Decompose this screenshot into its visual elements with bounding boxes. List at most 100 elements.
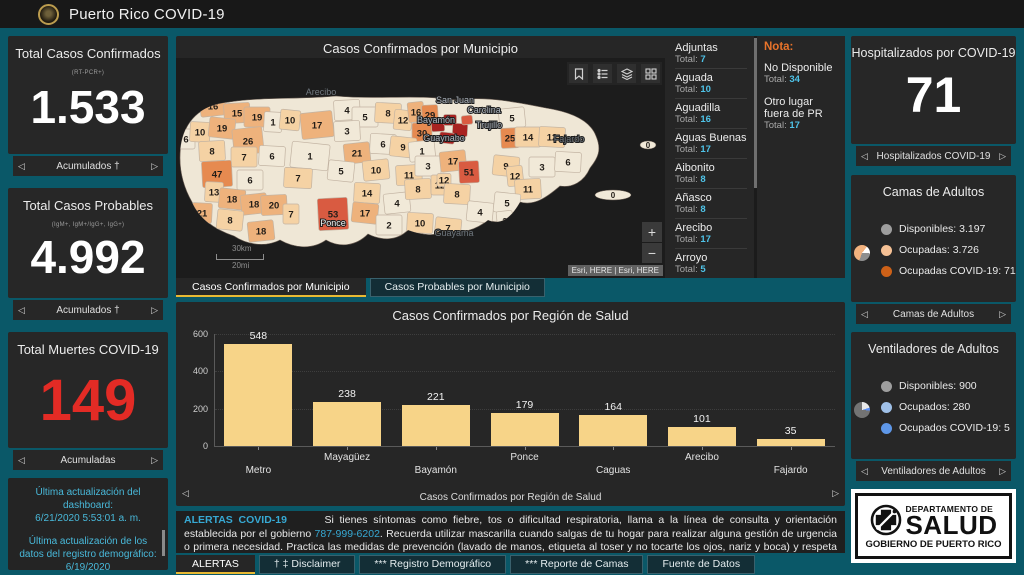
bottom-tab[interactable]: *** Reporte de Camas — [510, 555, 644, 574]
municipality-count: 10 — [415, 219, 426, 230]
next-arrow-icon[interactable]: ▷ — [999, 146, 1006, 166]
alert-phone-link[interactable]: 787-999-6202 — [315, 528, 380, 540]
municipality-count: 51 — [464, 168, 475, 179]
map-place-label: San Juan — [436, 95, 474, 105]
next-arrow-icon[interactable]: ▷ — [151, 300, 158, 320]
footer-label: Acumulados † — [56, 304, 120, 316]
zoom-in-button[interactable]: + — [642, 222, 662, 242]
bottom-tab-active[interactable]: ALERTAS — [176, 555, 255, 574]
municipality-list-item[interactable]: Arroyo Total: 5 — [675, 249, 747, 278]
bottom-tab[interactable]: † ‡ Disclaimer — [258, 555, 356, 574]
bar-chart[interactable]: 0 200 400 600 548 Metro 238 Mayagüez 221 Bayamón 1… — [184, 326, 837, 482]
bar-fajardo[interactable] — [756, 439, 825, 446]
municipality-list-item[interactable]: Aguadilla Total: 16 — [675, 99, 747, 129]
municipality-total: Total: 7 — [675, 54, 706, 65]
municipality-count: 19 — [217, 124, 228, 135]
card-footer: ◁ Acumulados † ▷ — [13, 300, 163, 320]
card-footer: ◁ Hospitalizados COVID-19 ▷ — [856, 146, 1011, 166]
bottom-tab[interactable]: *** Registro Demográfico — [359, 555, 507, 574]
ventilators-pie-chart[interactable] — [854, 402, 870, 418]
next-arrow-icon[interactable]: ▷ — [151, 156, 158, 176]
bar-ponce[interactable] — [490, 412, 559, 446]
municipality-list-item[interactable]: Arecibo Total: 17 — [675, 219, 747, 249]
bar-mayagüez[interactable] — [313, 401, 382, 446]
municipality-list-item[interactable]: Adjuntas Total: 7 — [675, 39, 747, 69]
municipality-name: Aguada — [675, 72, 713, 84]
municipality-name: Añasco — [675, 192, 712, 204]
municipality-list-item[interactable]: No Disponible Total: 34 — [764, 59, 833, 85]
bar-arecibo[interactable] — [667, 427, 736, 446]
prev-arrow-icon[interactable]: ◁ — [18, 156, 25, 176]
list-scrollbar[interactable] — [754, 36, 757, 278]
map-place-label: Carolina — [467, 105, 501, 115]
legend-item[interactable]: Ocupadas: 3.726 — [881, 244, 1016, 256]
municipality-count: 6 — [565, 158, 570, 169]
municipality-list-item[interactable]: Aguada Total: 10 — [675, 69, 747, 99]
bottom-tab[interactable]: Fuente de Datos — [647, 555, 756, 574]
municipality-list-item[interactable]: Otro lugar fuera de PR Total: 17 — [764, 93, 833, 131]
gridline — [215, 334, 835, 335]
basemap-grid-icon[interactable] — [641, 64, 660, 83]
map-municipality[interactable] — [460, 114, 474, 126]
prev-arrow-icon[interactable]: ◁ — [182, 483, 189, 503]
legend-dot-icon — [881, 223, 892, 235]
scrollbar-thumb[interactable] — [162, 530, 165, 556]
beds-pie-chart[interactable] — [854, 245, 870, 261]
municipality-name: Aguas Buenas — [675, 132, 747, 144]
legend-item[interactable]: Ocupados: 280 — [881, 401, 1010, 413]
legend-item[interactable]: Ocupadas COVID-19: 71 — [881, 265, 1016, 277]
chart-footer-label: Casos Confirmados por Región de Salud — [419, 492, 602, 503]
map-place-label: Fajardo — [554, 134, 585, 144]
confirmed-cases-card: Total Casos Confirmados (RT-PCR+) 1.533 … — [8, 36, 168, 178]
municipality-count: 1 — [307, 152, 313, 163]
map-tab-active[interactable]: Casos Confirmados por Municipio — [176, 278, 366, 297]
legend-item[interactable]: Disponibles: 900 — [881, 380, 1010, 392]
x-axis-category-label: Bayamón — [414, 465, 457, 476]
bar-caguas[interactable] — [579, 415, 648, 446]
prev-arrow-icon[interactable]: ◁ — [18, 300, 25, 320]
municipality-count: 5 — [509, 114, 515, 125]
map-place-label: Arecibo — [306, 87, 337, 97]
legend-label: Ocupados: 280 — [899, 401, 971, 413]
prev-arrow-icon[interactable]: ◁ — [18, 450, 25, 470]
next-arrow-icon[interactable]: ▷ — [151, 450, 158, 470]
legend-label: Disponibles: 3.197 — [899, 223, 986, 235]
footer-label: Hospitalizados COVID-19 — [876, 150, 991, 162]
municipality-count: 4 — [394, 199, 400, 210]
next-arrow-icon[interactable]: ▷ — [832, 483, 839, 503]
municipality-list-item[interactable]: Aibonito Total: 8 — [675, 159, 747, 189]
municipality-total: Total: 34 — [764, 74, 800, 85]
municipality-list-item[interactable]: Añasco Total: 8 — [675, 189, 747, 219]
puerto-rico-seal-icon — [38, 3, 59, 25]
chart-title: Casos Confirmados por Región de Salud — [392, 308, 629, 323]
legend-item[interactable]: Disponibles: 3.197 — [881, 223, 1016, 235]
layers-icon[interactable] — [617, 64, 636, 83]
prev-arrow-icon[interactable]: ◁ — [861, 461, 868, 481]
bar-value-label: 221 — [427, 390, 445, 403]
municipality-count: 4 — [344, 106, 350, 117]
municipality-list-item[interactable]: Aguas Buenas Total: 17 — [675, 129, 747, 159]
municipality-total: Total: 17 — [764, 120, 800, 131]
next-arrow-icon[interactable]: ▷ — [999, 461, 1006, 481]
footer-label: Ventiladores de Adultos — [881, 465, 986, 477]
bookmark-icon[interactable] — [569, 64, 588, 83]
bar-bayamón[interactable] — [401, 404, 470, 446]
prev-arrow-icon[interactable]: ◁ — [861, 146, 868, 166]
prev-arrow-icon[interactable]: ◁ — [861, 304, 868, 324]
municipality-count: 8 — [415, 185, 420, 196]
municipality-name: Adjuntas — [675, 42, 718, 54]
zoom-out-button[interactable]: − — [642, 243, 662, 263]
card-footer: ◁ Acumulados † ▷ — [13, 156, 163, 176]
bar-metro[interactable] — [224, 343, 293, 446]
municipality-count: 10 — [195, 128, 206, 139]
municipality-count: 25 — [505, 134, 516, 145]
municipality-count: 11 — [523, 185, 534, 196]
municipality-count: 3 — [539, 163, 544, 174]
municipality-map[interactable]: 16 15 19 1 10 17 4 5 8 12 16 29 6 10 19 26 3 30 6 9 1 8 7 6 1 21 4… — [176, 58, 665, 278]
next-arrow-icon[interactable]: ▷ — [999, 304, 1006, 324]
map-municipality[interactable] — [495, 210, 515, 232]
map-tab[interactable]: Casos Probables por Municipio — [369, 278, 545, 297]
registry-update-label: Última actualización de los datos del re… — [19, 536, 157, 560]
legend-item[interactable]: Ocupados COVID-19: 5 — [881, 422, 1010, 434]
legend-list-icon[interactable] — [593, 64, 612, 83]
